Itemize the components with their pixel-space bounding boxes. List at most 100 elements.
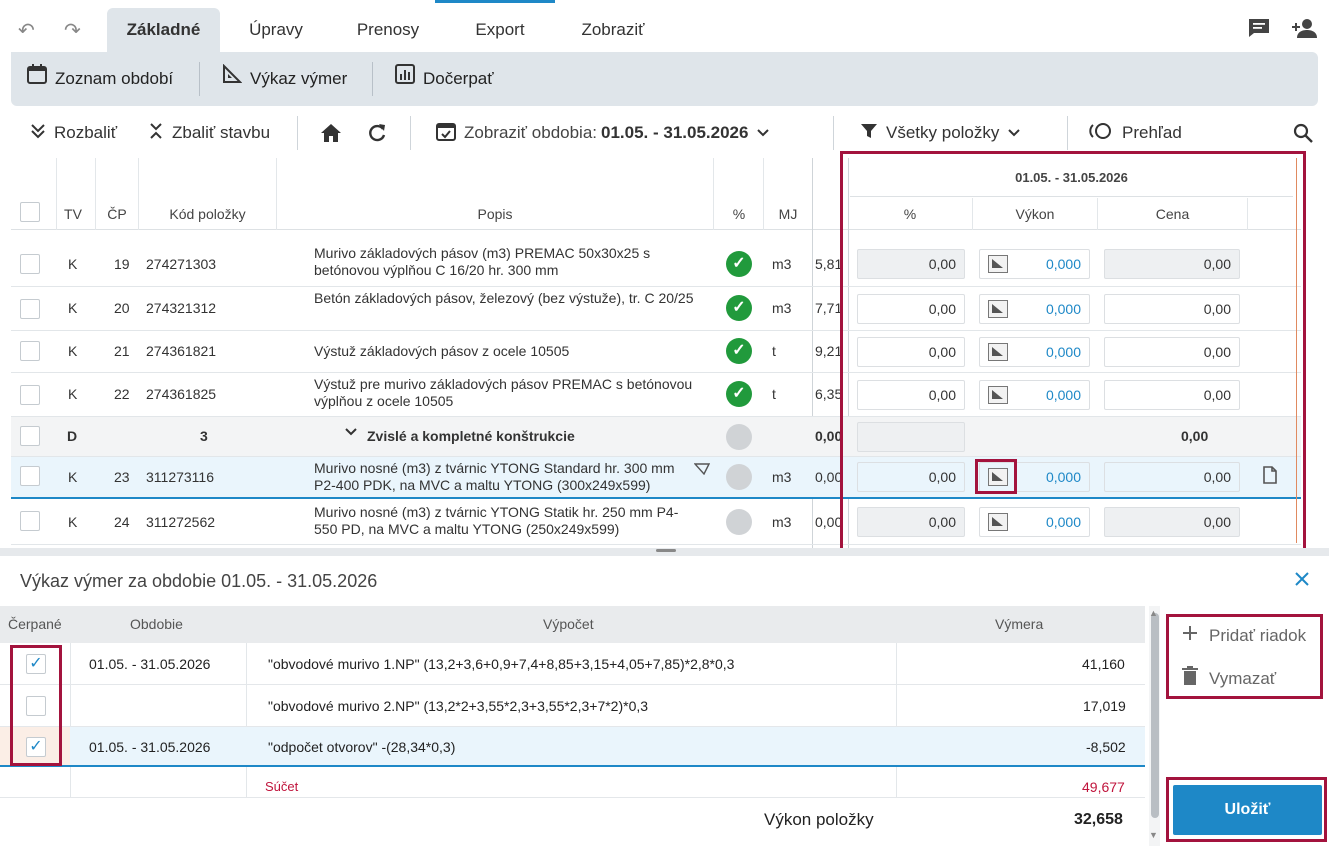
header-popis: Popis — [477, 206, 513, 222]
tab-upravy[interactable]: Úpravy — [226, 8, 326, 52]
row-kod: 311272562 — [146, 514, 216, 530]
rozbalit-button[interactable]: Rozbaliť — [30, 110, 117, 156]
row-cp: 3 — [200, 428, 208, 444]
highlight-box — [840, 151, 1306, 561]
bar-chart-icon — [395, 52, 415, 106]
row-popis: Výstuž pre murivo základových pásov PREM… — [314, 376, 693, 409]
menu-bar: ↶ ↷ Základné Úpravy Prenosy Export Zobra… — [0, 0, 1329, 52]
prehlad-button[interactable]: Prehľad — [1088, 110, 1182, 156]
period-select[interactable]: Zobraziť obdobia: 01.05. - 31.05.2026 — [436, 110, 770, 156]
divider — [0, 797, 1145, 798]
row-checkbox[interactable] — [20, 385, 40, 405]
select-all-checkbox[interactable] — [20, 202, 40, 222]
row-mj: m3 — [772, 300, 792, 316]
row-prev-value: 6,35 — [815, 386, 843, 402]
row-cp: 20 — [114, 300, 130, 316]
zoznam-obdobi-button[interactable]: Zoznam období — [27, 52, 173, 106]
row-kod: 311273116 — [146, 469, 214, 485]
row-tv: K — [68, 386, 78, 402]
splitter-handle[interactable] — [656, 549, 676, 552]
tab-zobrazit[interactable]: Zobraziť — [563, 8, 663, 52]
table-row[interactable]: "obvodové murivo 2.NP" (13,2*2+3,55*2,3+… — [0, 685, 1145, 727]
ribbon: Zoznam období Výkaz výmer Dočerpať — [11, 52, 1318, 106]
zbalit-stavbu-button[interactable]: Zbaliť stavbu — [148, 110, 270, 156]
row-checkbox[interactable] — [20, 466, 40, 486]
row-checkbox[interactable] — [20, 299, 40, 319]
tab-export[interactable]: Export — [450, 8, 550, 52]
tab-zakladne[interactable]: Základné — [107, 8, 220, 52]
tab-prenosy[interactable]: Prenosy — [338, 8, 438, 52]
row-kod: 274361825 — [146, 386, 217, 402]
divider — [833, 116, 834, 150]
period-value: 01.05. - 31.05.2026 — [601, 123, 749, 142]
row-tv: K — [68, 514, 78, 530]
close-icon[interactable] — [1294, 571, 1310, 590]
scroll-up-icon[interactable]: ▲ — [1149, 608, 1158, 618]
row-vymera: 17,019 — [1083, 698, 1126, 714]
row-tv: K — [68, 300, 78, 316]
filter-icon — [860, 122, 878, 145]
row-tv: K — [68, 256, 78, 272]
chevron-down-icon[interactable] — [344, 425, 358, 442]
prehlad-label: Prehľad — [1122, 123, 1182, 142]
measurement-panel: Výkaz výmer za obdobie 01.05. - 31.05.20… — [0, 556, 1329, 850]
docerpat-button[interactable]: Dočerpať — [395, 52, 494, 106]
calendar-icon — [27, 52, 47, 106]
row-popis: Murivo nosné (m3) z tvárnic YTONG Statik… — [314, 504, 679, 537]
row-checkbox[interactable] — [20, 341, 40, 361]
row-cp: 23 — [114, 469, 130, 485]
vykaz-vymer-label: Výkaz výmer — [250, 69, 348, 88]
row-cp: 22 — [114, 386, 130, 402]
vykon-polozky-label: Výkon položky — [764, 810, 874, 829]
row-popis: Murivo nosné (m3) z tvárnic YTONG Standa… — [314, 460, 675, 493]
row-vypocet[interactable]: "obvodové murivo 1.NP" (13,2+3,6+0,9+7,4… — [268, 656, 734, 672]
header-pct: % — [732, 206, 746, 222]
check-circle-icon: ✓ — [726, 295, 752, 321]
search-icon[interactable] — [1293, 110, 1313, 156]
row-mj: m3 — [772, 514, 792, 530]
row-checkbox[interactable] — [20, 511, 40, 531]
row-prev-value: 5,81 — [815, 256, 843, 272]
panel-title: Výkaz výmer za obdobie 01.05. - 31.05.20… — [20, 571, 378, 591]
zbalit-stavbu-label: Zbaliť stavbu — [172, 123, 271, 142]
header-cp: ČP — [107, 206, 127, 222]
note-corner-icon[interactable] — [693, 462, 711, 478]
header-vymera: Výmera — [995, 616, 1044, 632]
scroll-down-icon[interactable]: ▼ — [1149, 830, 1158, 840]
row-vypocet[interactable]: "odpočet otvorov" -(28,34*0,3) — [268, 739, 455, 755]
header-mj: MJ — [778, 206, 798, 222]
row-checkbox[interactable] — [20, 254, 40, 274]
collapse-icon — [148, 122, 164, 145]
docerpat-label: Dočerpať — [423, 69, 494, 88]
row-mj: t — [772, 343, 776, 359]
row-checkbox[interactable] — [20, 426, 40, 446]
row-prev-value: 0,00 — [815, 469, 843, 485]
chevron-down-icon — [1007, 123, 1021, 143]
undo-icon[interactable]: ↶ — [18, 18, 35, 43]
divider — [410, 116, 411, 150]
status-dot — [726, 424, 752, 450]
row-prev-value: 9,21 — [815, 343, 843, 359]
divider — [372, 62, 373, 96]
zoznam-obdobi-label: Zoznam období — [55, 69, 174, 88]
comment-icon[interactable] — [1248, 18, 1270, 41]
filter-select[interactable]: Všetky položky — [860, 110, 1021, 156]
header-cerpane: Čerpané — [8, 616, 62, 632]
vykaz-vymer-button[interactable]: Výkaz výmer — [222, 52, 347, 106]
row-vypocet[interactable]: "obvodové murivo 2.NP" (13,2*2+3,55*2,3+… — [268, 698, 648, 714]
table-row[interactable]: ✓ 01.05. - 31.05.2026 "obvodové murivo 1… — [0, 643, 1145, 685]
status-dot — [726, 509, 752, 535]
row-tv: K — [68, 469, 78, 485]
redo-icon[interactable]: ↷ — [64, 18, 81, 43]
divider — [199, 62, 200, 96]
refresh-icon[interactable] — [367, 110, 387, 156]
highlight-box — [1166, 614, 1323, 699]
status-dot — [726, 464, 752, 490]
scrollbar-thumb[interactable] — [1151, 613, 1159, 818]
period-prefix-label: Zobraziť obdobia: — [464, 123, 598, 142]
table-row-selected[interactable]: ✓ 01.05. - 31.05.2026 "odpočet otvorov" … — [0, 727, 1145, 767]
add-user-icon[interactable] — [1291, 18, 1317, 41]
row-prev-value: 0,00 — [815, 514, 843, 530]
home-icon[interactable] — [320, 110, 342, 156]
row-tv: K — [68, 343, 78, 359]
